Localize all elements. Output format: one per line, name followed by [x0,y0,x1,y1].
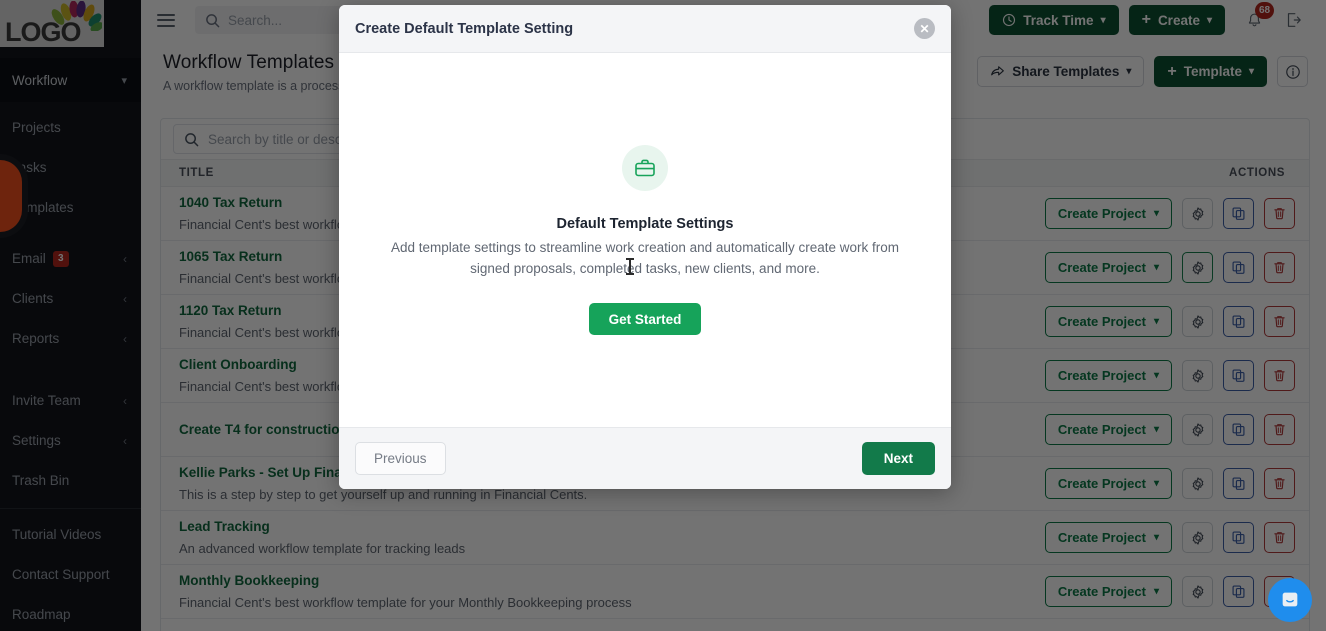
modal-description: Add template settings to streamline work… [391,239,899,276]
chat-widget-button[interactable] [1268,578,1312,622]
modal-body: Default Template Settings Add template s… [339,53,951,427]
chat-bubble-icon [1282,592,1298,607]
modal-footer: Previous Next [339,427,951,489]
app-root: LOGO Workflow ▾ Projects Tasks Templates [0,0,1326,631]
briefcase-icon [622,144,668,191]
default-template-setting-modal: Create Default Template Setting ✕ Defaul… [339,5,951,489]
close-icon[interactable]: ✕ [914,18,935,39]
modal-header: Create Default Template Setting ✕ [339,5,951,53]
get-started-button[interactable]: Get Started [588,303,702,336]
briefcase-glyph [635,159,655,177]
modal-title: Create Default Template Setting [355,20,574,37]
previous-button[interactable]: Previous [355,442,446,475]
text-cursor [626,258,634,275]
modal-heading: Default Template Settings [556,215,734,232]
next-button[interactable]: Next [861,442,935,475]
